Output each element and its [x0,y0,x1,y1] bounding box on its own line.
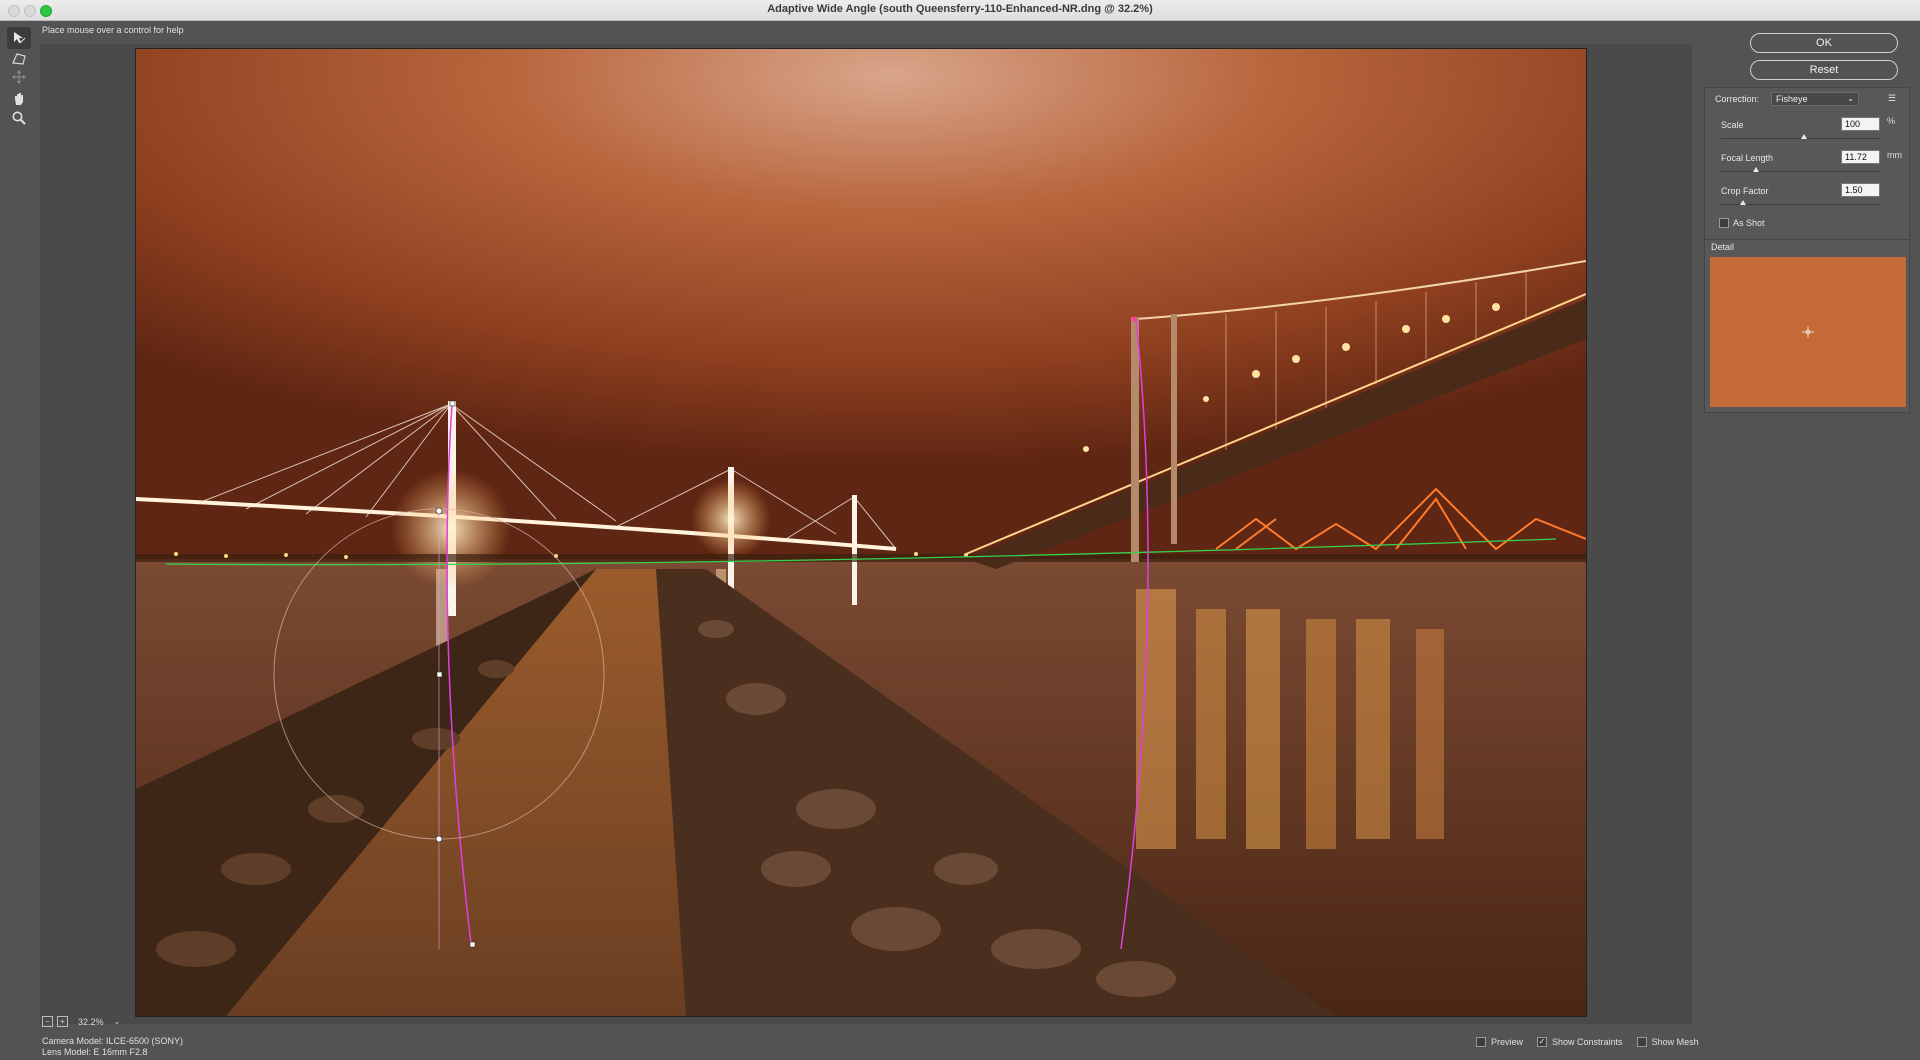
scale-label: Scale [1721,120,1744,130]
constraint-tool-button[interactable] [7,27,31,49]
preview-checkbox-box[interactable] [1476,1037,1486,1047]
hand-icon [15,93,23,105]
move-tool-button[interactable] [7,66,31,88]
focal-length-input[interactable]: 11.72 [1841,150,1880,164]
focal-length-label: Focal Length [1721,153,1774,163]
show-constraints-checkbox-box[interactable]: ✓ [1537,1037,1548,1047]
show-constraints-label: Show Constraints [1552,1037,1623,1047]
preview-label: Preview [1491,1037,1524,1047]
correction-select-value: Fisheye [1776,94,1808,104]
correction-section: Correction: Fisheye ⌄ ☰ Scale 100 % Foca… [1704,87,1910,249]
crop-factor-label: Crop Factor [1721,186,1769,196]
show-mesh-label: Show Mesh [1651,1037,1699,1047]
reset-button[interactable]: Reset [1750,60,1898,80]
show-mesh-checkbox-box[interactable] [1636,1037,1647,1047]
detail-label: Detail [1711,242,1735,252]
help-text: Place mouse over a control for help [42,25,184,35]
show-constraints-checkbox[interactable]: ✓ Show Constraints [1537,1037,1623,1047]
scale-unit: % [1887,116,1896,126]
correction-select[interactable]: Fisheye ⌄ [1771,92,1859,106]
ok-button[interactable]: OK [1750,33,1898,53]
crop-factor-input[interactable]: 1.50 [1841,183,1880,197]
zoom-controls: − + 32.2% ⌄ [42,1016,120,1027]
scale-slider-thumb[interactable] [1801,134,1807,139]
window-titlebar: Adaptive Wide Angle (south Queensferry-1… [0,0,1920,21]
focal-length-unit: mm [1887,150,1902,160]
zoom-out-button[interactable]: − [42,1016,53,1027]
magnifier-icon [12,111,26,125]
zoom-tool-button[interactable] [7,107,31,129]
panel-menu-icon[interactable]: ☰ [1888,93,1896,104]
move-icon [12,70,26,84]
as-shot-checkbox[interactable] [1719,218,1729,228]
window-title: Adaptive Wide Angle (south Queensferry-1… [767,3,1153,15]
focal-length-slider-thumb[interactable] [1753,167,1759,172]
crop-factor-slider-thumb[interactable] [1740,200,1746,205]
correction-label: Correction: [1715,94,1760,104]
camera-info: Camera Model: ILCE-6500 (SONY) Lens Mode… [42,1036,183,1058]
photo-preview[interactable] [135,48,1587,1017]
detail-preview [1710,257,1906,407]
view-options: Preview ✓ Show Constraints Show Mesh [1476,1037,1699,1047]
crosshair-icon [1802,326,1814,338]
show-mesh-checkbox[interactable]: Show Mesh [1636,1037,1699,1047]
focal-length-slider-track[interactable] [1721,171,1881,172]
tool-bar [0,21,38,1060]
camera-model: Camera Model: ILCE-6500 (SONY) [42,1036,184,1046]
preview-checkbox[interactable]: Preview [1476,1037,1523,1047]
polygon-icon [12,53,26,65]
arrow-constraint-icon [14,32,26,44]
as-shot-label: As Shot [1733,218,1765,228]
lens-model: Lens Model: E 16mm F2.8 [42,1047,148,1057]
zoom-menu-button[interactable]: ⌄ [114,1017,121,1026]
settings-panel: OK Reset Correction: Fisheye ⌄ ☰ Scale 1… [1700,21,1920,1060]
zoom-in-button[interactable]: + [57,1016,68,1027]
chevron-down-icon: ⌄ [1847,94,1854,103]
zoom-level: 32.2% [78,1016,104,1027]
scale-input[interactable]: 100 [1841,117,1880,131]
